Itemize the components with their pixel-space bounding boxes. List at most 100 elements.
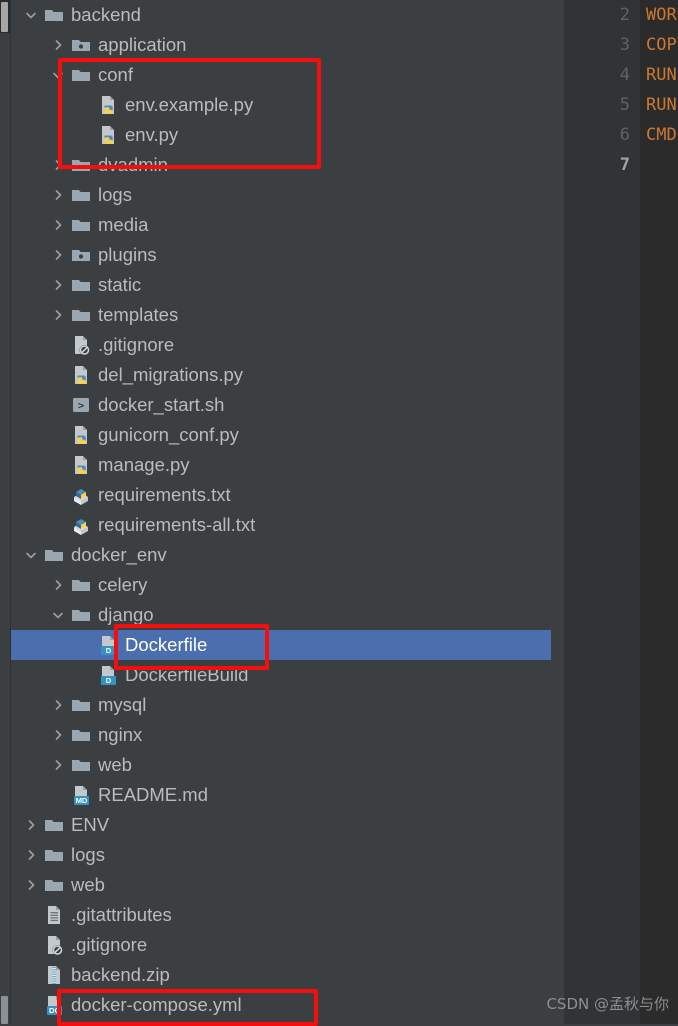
tree-row[interactable]: django	[11, 600, 551, 630]
tree-row-label: requirements-all.txt	[98, 514, 256, 535]
tree-row[interactable]: static	[11, 270, 551, 300]
folder-icon	[70, 304, 92, 326]
tree-row-label: web	[71, 874, 105, 895]
tree-row-label: docker_env	[71, 544, 167, 565]
tree-row[interactable]: web	[11, 870, 551, 900]
chevron-right-icon[interactable]	[50, 247, 66, 263]
tree-row[interactable]: media	[11, 210, 551, 240]
editor-line-number: 6	[619, 125, 630, 145]
tree-row[interactable]: env.py	[11, 120, 551, 150]
tree-row[interactable]: backend	[11, 0, 551, 30]
tree-row[interactable]: logs	[11, 180, 551, 210]
tree-arrow-placeholder	[50, 457, 66, 473]
tree-row[interactable]: D Dockerfile	[11, 630, 551, 660]
tree-row[interactable]: dvadmin	[11, 150, 551, 180]
tree-row-label: mysql	[98, 694, 147, 715]
project-file-tree[interactable]: backend application conf env.example.py env.…	[11, 0, 551, 1024]
chevron-down-icon[interactable]	[23, 7, 39, 23]
editor-line-number: 4	[619, 65, 630, 85]
chevron-right-icon[interactable]	[50, 727, 66, 743]
tree-row-label: dvadmin	[98, 154, 168, 175]
chevron-right-icon[interactable]	[50, 157, 66, 173]
editor-code-line[interactable]: WORKDIR	[646, 0, 678, 30]
tree-row[interactable]: nginx	[11, 720, 551, 750]
tree-row-label: backend.zip	[71, 964, 170, 985]
left-scrollbar-thumb-bottom[interactable]	[1, 996, 8, 1024]
chevron-right-icon[interactable]	[50, 307, 66, 323]
chevron-down-icon[interactable]	[23, 547, 39, 563]
chevron-right-icon[interactable]	[50, 217, 66, 233]
folder-icon	[70, 694, 92, 716]
editor-code-line[interactable]: RUN	[646, 60, 677, 90]
tree-arrow-placeholder	[50, 367, 66, 383]
tree-row[interactable]: del_migrations.py	[11, 360, 551, 390]
tree-row[interactable]: gunicorn_conf.py	[11, 420, 551, 450]
tree-row[interactable]: .gitignore	[11, 930, 551, 960]
tree-row[interactable]: D DockerfileBuild	[11, 660, 551, 690]
requirements-file-icon	[70, 514, 92, 536]
chevron-right-icon[interactable]	[50, 757, 66, 773]
tree-row[interactable]: web	[11, 750, 551, 780]
tree-row[interactable]: docker_env	[11, 540, 551, 570]
tree-row[interactable]: mysql	[11, 690, 551, 720]
chevron-right-icon[interactable]	[50, 37, 66, 53]
folder-icon	[43, 4, 65, 26]
svg-text:MD: MD	[76, 796, 88, 805]
svg-text:>: >	[78, 399, 85, 412]
tree-row-label: logs	[71, 844, 105, 865]
tree-row-label: del_migrations.py	[98, 364, 243, 385]
tree-row[interactable]: > docker_start.sh	[11, 390, 551, 420]
project-tree-scrollbar-track[interactable]	[551, 0, 564, 1024]
chevron-right-icon[interactable]	[23, 817, 39, 833]
chevron-right-icon[interactable]	[50, 187, 66, 203]
chevron-right-icon[interactable]	[23, 877, 39, 893]
tree-row-label: django	[98, 604, 154, 625]
markdown-file-icon: MD	[70, 784, 92, 806]
editor-code-line[interactable]: CMD	[646, 120, 677, 150]
editor-line-number: 3	[619, 35, 630, 55]
dockerfile-editor-pane[interactable]: WORKDIRCOPYRUNRUNCMD	[640, 0, 678, 1024]
tree-arrow-placeholder	[50, 397, 66, 413]
left-scrollbar-thumb-top[interactable]	[1, 2, 8, 32]
editor-code-line[interactable]: RUN	[646, 90, 677, 120]
tree-row-label: static	[98, 274, 142, 295]
tree-row-label: env.example.py	[125, 94, 254, 115]
tree-row-label: manage.py	[98, 454, 190, 475]
tree-arrow-placeholder	[23, 907, 39, 923]
tree-row-label: Dockerfile	[125, 634, 208, 655]
tree-row[interactable]: DC docker-compose.yml	[11, 990, 551, 1020]
tree-row-label: backend	[71, 4, 141, 25]
tree-row[interactable]: env.example.py	[11, 90, 551, 120]
tree-row[interactable]: .gitattributes	[11, 900, 551, 930]
tree-row[interactable]: .gitignore	[11, 330, 551, 360]
tree-row[interactable]: MD README.md	[11, 780, 551, 810]
tree-row[interactable]: celery	[11, 570, 551, 600]
editor-line-number: 2	[619, 5, 630, 25]
tree-row-label: README.md	[98, 784, 208, 805]
docker-file-icon: D	[97, 664, 119, 686]
folder-icon	[70, 184, 92, 206]
tree-row[interactable]: conf	[11, 60, 551, 90]
tree-row[interactable]: requirements-all.txt	[11, 510, 551, 540]
tree-arrow-placeholder	[77, 637, 93, 653]
chevron-right-icon[interactable]	[23, 847, 39, 863]
ide-project-view: backend application conf env.example.py env.…	[0, 0, 678, 1026]
chevron-right-icon[interactable]	[50, 697, 66, 713]
chevron-down-icon[interactable]	[50, 67, 66, 83]
tree-arrow-placeholder	[23, 937, 39, 953]
tree-row[interactable]: application	[11, 30, 551, 60]
chevron-right-icon[interactable]	[50, 577, 66, 593]
tree-row[interactable]: logs	[11, 840, 551, 870]
tree-row[interactable]: requirements.txt	[11, 480, 551, 510]
tree-row[interactable]: manage.py	[11, 450, 551, 480]
chevron-down-icon[interactable]	[50, 607, 66, 623]
tree-row[interactable]: plugins	[11, 240, 551, 270]
folder-icon	[43, 544, 65, 566]
editor-code-line[interactable]: COPY	[646, 30, 678, 60]
tree-row-label: media	[98, 214, 149, 235]
tree-row[interactable]: templates	[11, 300, 551, 330]
chevron-right-icon[interactable]	[50, 277, 66, 293]
tree-row[interactable]: backend.zip	[11, 960, 551, 990]
svg-text:DC: DC	[49, 1006, 60, 1015]
tree-row[interactable]: ENV	[11, 810, 551, 840]
